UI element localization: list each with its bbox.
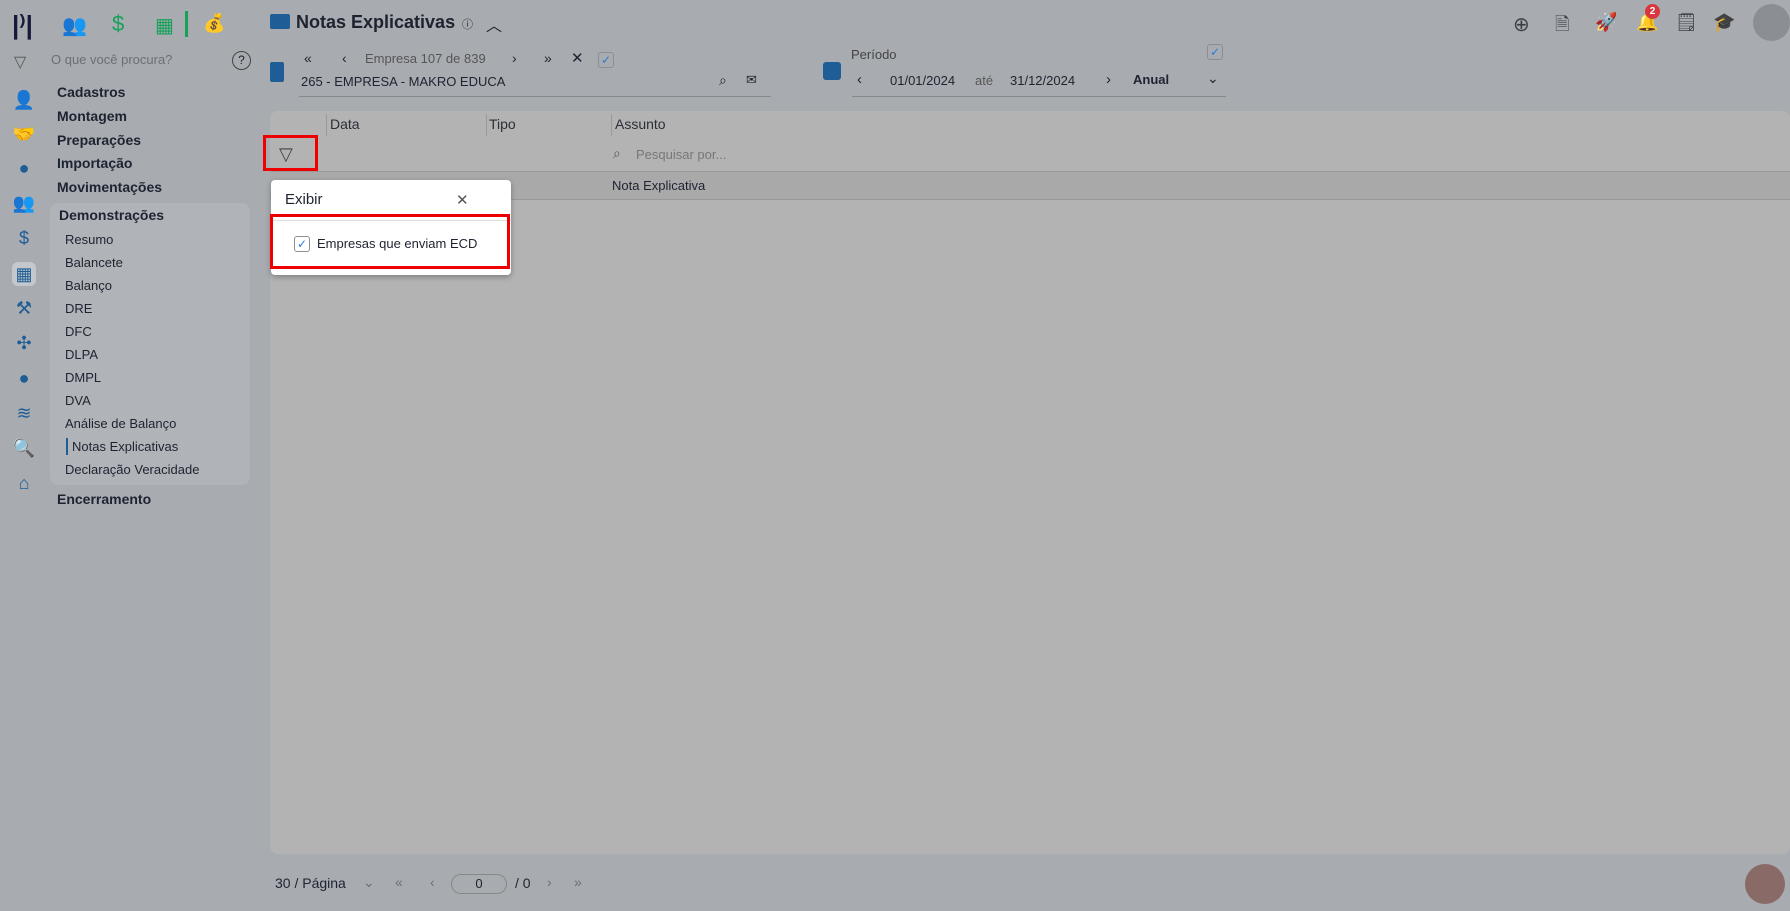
search-input[interactable]: O que você procura?	[51, 52, 172, 67]
filter-icon[interactable]: ▽	[14, 52, 26, 72]
chevron-down-icon[interactable]: ⌄	[1207, 70, 1219, 87]
period-label: Período	[851, 47, 897, 62]
col-assunto[interactable]: Assunto	[615, 116, 666, 132]
period-underline	[852, 96, 1226, 97]
col-sep	[611, 114, 612, 136]
monitor-icon	[270, 14, 290, 29]
active-module-indicator	[185, 11, 188, 37]
info-icon[interactable]: ⓘ	[462, 16, 473, 32]
col-data[interactable]: Data	[330, 116, 360, 132]
notification-badge: 2	[1645, 4, 1660, 19]
sub-dre[interactable]: DRE	[65, 301, 92, 316]
calendar-icon	[823, 62, 841, 80]
user-avatar[interactable]	[1753, 4, 1790, 41]
report-search-icon[interactable]: 🗒	[1675, 12, 1698, 33]
prev-page-button[interactable]: ‹	[430, 874, 435, 890]
clock-icon[interactable]: ●	[12, 156, 36, 180]
per-page-select[interactable]: 30 / Página	[275, 875, 346, 891]
sub-analise-balanco[interactable]: Análise de Balanço	[65, 416, 176, 431]
sub-dva[interactable]: DVA	[65, 393, 91, 408]
tools-icon[interactable]: ⚒	[12, 296, 36, 320]
sub-dmpl[interactable]: DMPL	[65, 370, 101, 385]
sub-declaracao-veracidade[interactable]: Declaração Veracidade	[65, 462, 199, 477]
next-page-button[interactable]: ›	[547, 874, 552, 890]
menu-importacao[interactable]: Importação	[57, 155, 132, 171]
last-page-button[interactable]: »	[574, 874, 582, 890]
sub-notas-explicativas[interactable]: Notas Explicativas	[72, 439, 178, 454]
layers-icon[interactable]: ≋	[12, 401, 36, 425]
add-icon[interactable]: ⊕	[1513, 12, 1530, 37]
moneybag-module-icon[interactable]: 💰	[203, 13, 225, 34]
option-highlight	[270, 214, 510, 269]
active-indicator	[66, 438, 68, 455]
period-checkbox[interactable]: ✓	[1207, 44, 1223, 60]
network-icon[interactable]: ✣	[12, 331, 36, 355]
last-company-button[interactable]: »	[544, 50, 552, 66]
popup-title: Exibir	[285, 191, 323, 208]
per-page-chevron-icon[interactable]: ⌄	[363, 874, 375, 891]
dollar-circle-icon[interactable]: $	[12, 226, 36, 250]
period-from[interactable]: 01/01/2024	[890, 73, 955, 88]
assistant-avatar[interactable]	[1745, 864, 1785, 904]
menu-movimentacoes[interactable]: Movimentações	[57, 179, 162, 195]
close-icon[interactable]: ✕	[456, 191, 469, 209]
calculator-module-icon[interactable]: ▦	[155, 13, 174, 38]
table-search-input[interactable]: Pesquisar por...	[636, 147, 726, 162]
sub-balancete[interactable]: Balancete	[65, 255, 123, 270]
company-counter: Empresa 107 de 839	[365, 51, 486, 66]
next-period-button[interactable]: ›	[1106, 71, 1111, 88]
logo: |⁾|	[12, 10, 33, 40]
first-page-button[interactable]: «	[395, 874, 403, 890]
period-mode-select[interactable]: Anual	[1133, 72, 1169, 87]
next-company-button[interactable]: ›	[512, 50, 517, 66]
company-checkbox[interactable]: ✓	[598, 52, 614, 68]
col-sep	[326, 114, 327, 136]
menu-preparacoes[interactable]: Preparações	[57, 132, 141, 148]
chevron-up-icon[interactable]: ︿	[486, 12, 502, 36]
sub-resumo[interactable]: Resumo	[65, 232, 113, 247]
sub-dfc[interactable]: DFC	[65, 324, 92, 339]
period-separator: até	[975, 73, 994, 88]
page-total: / 0	[515, 875, 531, 891]
handshake-icon[interactable]: 🤝	[12, 122, 36, 146]
calculator-icon[interactable]: ▦	[12, 262, 36, 286]
search-icon[interactable]: 🔍	[12, 436, 36, 460]
rocket-icon[interactable]: 🚀	[1595, 12, 1617, 33]
menu-montagem[interactable]: Montagem	[57, 108, 127, 124]
mail-icon[interactable]: ✉	[746, 72, 757, 88]
page-input[interactable]: 0	[451, 874, 507, 894]
row-assunto: Nota Explicativa	[612, 178, 706, 193]
col-tipo[interactable]: Tipo	[489, 116, 516, 132]
sub-dlpa[interactable]: DLPA	[65, 347, 98, 362]
users-icon[interactable]: 👥	[12, 191, 36, 215]
period-to[interactable]: 31/12/2024	[1010, 73, 1075, 88]
home-icon[interactable]: ⌂	[12, 471, 36, 495]
moneybag-icon[interactable]: ●	[12, 366, 36, 390]
prev-period-button[interactable]: ‹	[857, 71, 862, 88]
company-underline	[299, 96, 771, 97]
menu-cadastros[interactable]: Cadastros	[57, 84, 125, 100]
dollar-module-icon[interactable]: $	[112, 11, 124, 37]
menu-demonstracoes[interactable]: Demonstrações	[59, 207, 164, 223]
users-module-icon[interactable]: 👥	[62, 13, 87, 38]
company-name: 265 - EMPRESA - MAKRO EDUCA	[301, 74, 506, 89]
building-icon	[270, 62, 284, 82]
search-company-icon[interactable]: ⌕	[719, 72, 727, 89]
menu-encerramento[interactable]: Encerramento	[57, 491, 151, 507]
page-title: Notas Explicativas	[296, 12, 456, 32]
filter-highlight	[263, 135, 318, 171]
graduation-cap-icon[interactable]: 🎓	[1713, 12, 1735, 33]
prev-company-button[interactable]: ‹	[342, 50, 347, 66]
help-icon[interactable]: ?	[232, 51, 251, 70]
sub-balanco[interactable]: Balanço	[65, 278, 112, 293]
document-icon[interactable]: 🗎	[1555, 12, 1569, 42]
col-sep	[486, 114, 487, 136]
user-gear-icon[interactable]: 👤	[12, 88, 36, 112]
first-company-button[interactable]: «	[304, 50, 312, 66]
clear-company-button[interactable]: ✕	[571, 49, 584, 67]
search-icon: ⌕	[613, 145, 621, 161]
